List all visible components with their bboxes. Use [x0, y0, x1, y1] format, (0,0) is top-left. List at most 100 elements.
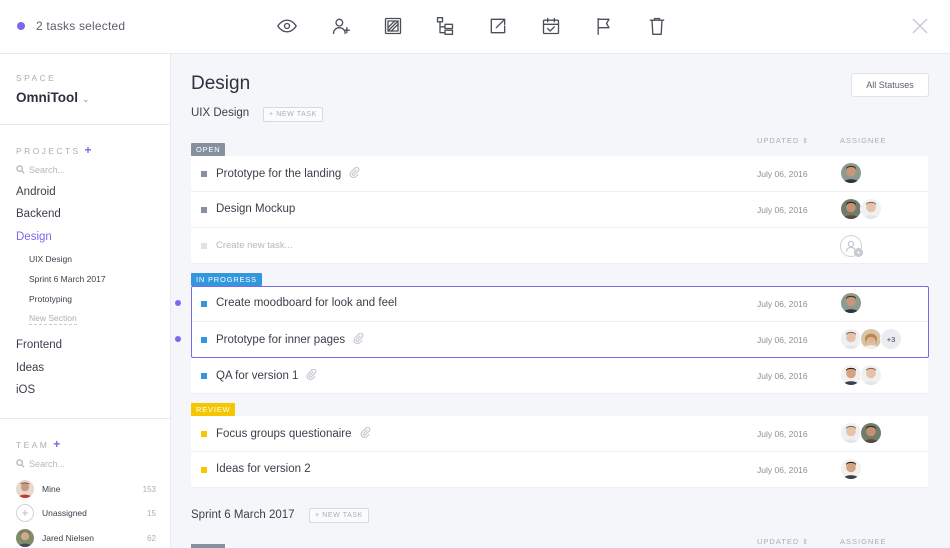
projects-search-placeholder: Search... — [29, 165, 66, 175]
selected-marker — [175, 336, 181, 342]
create-task-row[interactable]: Create new task... + — [191, 228, 928, 264]
main-content: Design All Statuses UIX Design + NEW TAS… — [172, 54, 950, 548]
task-name[interactable]: Ideas for version 2 — [216, 463, 311, 475]
avatar — [840, 198, 862, 220]
task-name[interactable]: QA for version 1 — [216, 368, 317, 383]
projects-search[interactable]: Search... — [16, 165, 65, 175]
projects-caption: PROJECTS + — [16, 143, 92, 157]
column-updated[interactable]: UPDATED ⇕ — [757, 537, 809, 546]
space-caption: SPACE — [16, 73, 57, 83]
member-count: 62 — [147, 533, 156, 543]
team-search[interactable]: Search... — [16, 459, 65, 469]
avatar — [16, 529, 34, 547]
avatar — [860, 328, 882, 350]
add-assignee-icon[interactable] — [330, 15, 352, 37]
sidebar-item-ideas[interactable]: Ideas — [16, 362, 44, 374]
avatar — [840, 458, 862, 480]
status-square — [201, 431, 207, 437]
projects-caption-text: PROJECTS — [16, 146, 81, 156]
attachment-icon — [349, 166, 360, 181]
assignee-list[interactable] — [840, 458, 862, 480]
sidebar-item-design[interactable]: Design — [16, 231, 52, 243]
status-square — [201, 301, 207, 307]
status-square — [201, 207, 207, 213]
assignee-list[interactable] — [840, 162, 862, 184]
column-updated-label: UPDATED — [757, 136, 800, 145]
task-row[interactable]: Design Mockup July 06, 2016 — [191, 192, 928, 228]
team-search-placeholder: Search... — [29, 459, 66, 469]
add-assignee-icon[interactable]: + — [840, 235, 863, 257]
member-mine[interactable]: Mine 153 — [16, 479, 156, 499]
task-row[interactable]: Prototype for the landing July 06, 2016 — [191, 156, 928, 192]
status-badge: REVIEW — [191, 403, 236, 416]
assignee-list[interactable] — [840, 364, 882, 386]
task-name[interactable]: Design Mockup — [216, 203, 295, 215]
status-square — [201, 373, 207, 379]
task-name-text: Focus groups questionaire — [216, 428, 352, 440]
task-updated-date: July 06, 2016 — [757, 371, 808, 381]
sidebar-list-sprint-6[interactable]: Sprint 6 March 2017 — [29, 274, 106, 284]
task-name[interactable]: Create moodboard for look and feel — [216, 297, 397, 309]
sidebar-item-android[interactable]: Android — [16, 186, 56, 198]
member-count: 153 — [142, 484, 156, 494]
selection-count: 2 tasks selected — [36, 19, 126, 33]
assignee-list[interactable]: +3 — [840, 328, 902, 350]
tag-icon[interactable] — [382, 15, 404, 37]
column-assignee: ASSIGNEE — [840, 537, 887, 546]
plus-icon: + — [16, 504, 34, 522]
close-icon[interactable] — [910, 16, 932, 38]
attachment-icon — [360, 426, 371, 441]
search-icon — [16, 459, 25, 468]
due-date-icon[interactable] — [540, 15, 562, 37]
task-row[interactable]: Create moodboard for look and feel July … — [191, 286, 928, 322]
member-unassigned[interactable]: + Unassigned 15 — [16, 503, 156, 523]
sidebar-item-frontend[interactable]: Frontend — [16, 339, 62, 351]
task-name[interactable]: Prototype for the landing — [216, 166, 360, 181]
task-updated-date: July 06, 2016 — [757, 205, 808, 215]
more-assignees-badge[interactable]: +3 — [880, 328, 902, 350]
status-badge: OPEN — [191, 143, 226, 156]
assignee-list[interactable]: + — [840, 235, 863, 257]
member-jared-nielsen[interactable]: Jared Nielsen 62 — [16, 528, 156, 548]
attachment-icon — [306, 368, 317, 383]
task-updated-date: July 06, 2016 — [757, 465, 808, 475]
new-task-button[interactable]: + NEW TASK — [263, 107, 323, 122]
eye-icon[interactable] — [276, 15, 298, 37]
member-count: 15 — [147, 508, 156, 518]
member-name: Jared Nielsen — [42, 533, 94, 543]
space-switcher[interactable]: OmniTool ⌄ — [16, 90, 90, 105]
status-square — [201, 171, 207, 177]
sidebar: SPACE OmniTool ⌄ PROJECTS + Search... Andr… — [0, 54, 171, 548]
sidebar-list-uix-design[interactable]: UIX Design — [29, 254, 72, 264]
selection-indicator — [17, 22, 25, 30]
add-member-icon[interactable]: + — [53, 437, 60, 451]
space-name: OmniTool — [16, 90, 78, 105]
task-row[interactable]: Ideas for version 2 July 06, 2016 — [191, 452, 928, 488]
sidebar-list-prototyping[interactable]: Prototyping — [29, 294, 72, 304]
status-square — [201, 467, 207, 473]
add-project-icon[interactable]: + — [85, 143, 92, 157]
assignee-list[interactable] — [840, 198, 882, 220]
sidebar-item-ios[interactable]: iOS — [16, 384, 35, 396]
task-row[interactable]: Prototype for inner pages July 06, 2016 … — [191, 322, 928, 358]
subtask-icon[interactable] — [434, 15, 456, 37]
task-row[interactable]: Focus groups questionaire July 06, 2016 — [191, 416, 928, 452]
avatar — [860, 198, 882, 220]
status-filter-button[interactable]: All Statuses — [851, 73, 929, 97]
task-name[interactable]: Focus groups questionaire — [216, 426, 371, 441]
create-task-input[interactable]: Create new task... — [216, 240, 293, 251]
avatar — [860, 364, 882, 386]
delete-icon[interactable] — [646, 15, 668, 37]
new-task-button[interactable]: + NEW TASK — [309, 508, 369, 523]
new-section-link[interactable]: New Section — [29, 313, 77, 325]
task-row[interactable]: QA for version 1 July 06, 2016 — [191, 358, 928, 394]
assignee-list[interactable] — [840, 422, 882, 444]
sort-icon: ⇕ — [802, 539, 810, 546]
column-updated[interactable]: UPDATED ⇕ — [757, 136, 809, 145]
assignee-list[interactable] — [840, 292, 862, 314]
sidebar-item-backend[interactable]: Backend — [16, 208, 61, 220]
priority-flag-icon[interactable] — [593, 15, 615, 37]
move-icon[interactable] — [487, 15, 509, 37]
task-name[interactable]: Prototype for inner pages — [216, 332, 364, 347]
task-name-text: Prototype for the landing — [216, 168, 342, 180]
